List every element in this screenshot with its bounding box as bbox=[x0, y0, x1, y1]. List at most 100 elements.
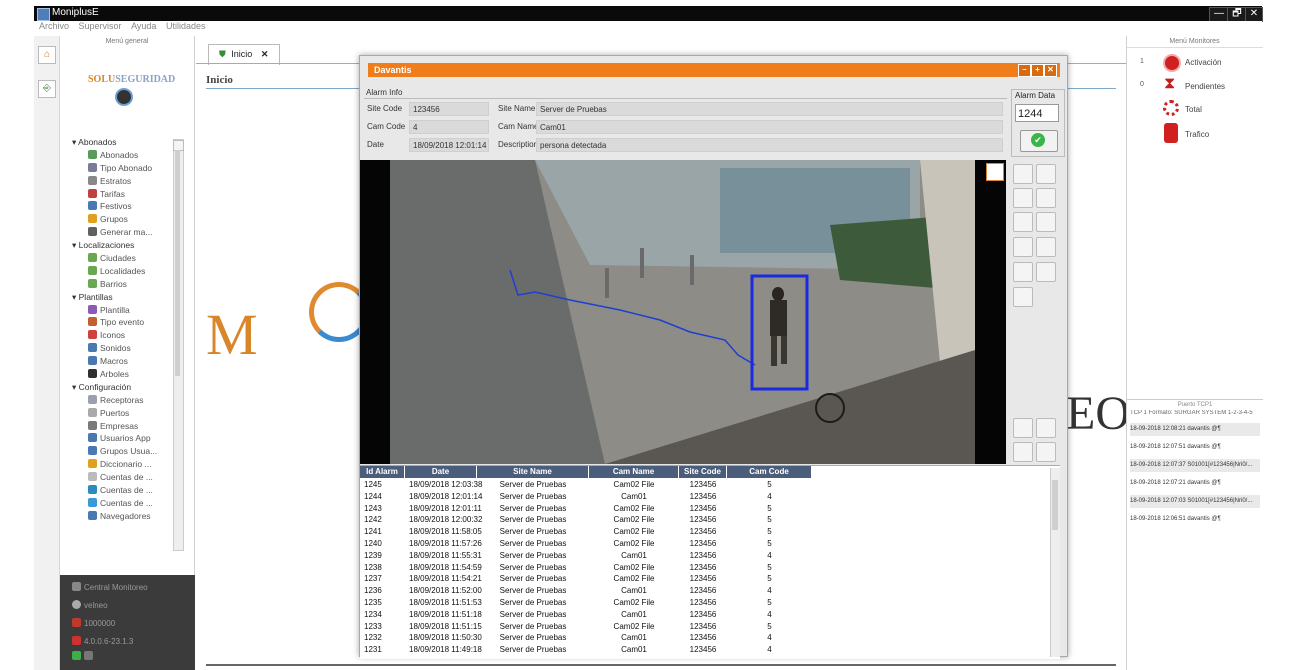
tree-item[interactable]: Macros bbox=[60, 355, 180, 368]
port-log-item[interactable]: 18-09-2018 12:07:51 davantis @¶ bbox=[1130, 441, 1260, 454]
tab-inicio[interactable]: ⛊ Inicio ✕ bbox=[208, 44, 280, 65]
multiscreen-icon[interactable] bbox=[1036, 164, 1056, 184]
port-log-item[interactable]: 18-09-2018 12:07:21 davantis @¶ bbox=[1130, 477, 1260, 490]
tree-item[interactable]: Empresas bbox=[60, 420, 180, 433]
column-header[interactable]: Site Name bbox=[477, 466, 588, 478]
table-row[interactable]: 1236 18/09/2018 11:52:00 Server de Pruebas… bbox=[360, 586, 1049, 597]
table-row[interactable]: 1242 18/09/2018 12:00:32 Server de Pruebas… bbox=[360, 515, 1049, 526]
tree-item[interactable]: Cuentas de ... bbox=[60, 484, 180, 497]
tree-group[interactable]: ▾ Configuración bbox=[60, 381, 180, 394]
home-icon[interactable]: ⌂ bbox=[38, 46, 56, 64]
tool-slot-4[interactable] bbox=[1013, 262, 1033, 282]
menu-archivo[interactable]: Archivo bbox=[39, 21, 69, 31]
add-icon[interactable] bbox=[72, 651, 81, 660]
tree-item[interactable]: Receptoras bbox=[60, 394, 180, 407]
screen-icon[interactable] bbox=[1013, 164, 1033, 184]
picture-icon[interactable] bbox=[1036, 188, 1056, 208]
tree-group[interactable]: ▾ Abonados bbox=[60, 136, 180, 149]
tree-item[interactable]: Puertos bbox=[60, 407, 180, 420]
maximize-button[interactable]: 🗗 bbox=[1227, 7, 1247, 22]
tool-slot-2[interactable] bbox=[1013, 237, 1033, 257]
tool-slot-5[interactable] bbox=[1036, 262, 1056, 282]
menu-supervisor[interactable]: Supervisor bbox=[79, 21, 122, 31]
dialog-minimize-icon[interactable]: – bbox=[1018, 64, 1031, 77]
snowflake-icon[interactable] bbox=[1013, 287, 1033, 307]
tree-item[interactable]: Cuentas de ... bbox=[60, 471, 180, 484]
tree-item[interactable]: Cuentas de ... bbox=[60, 497, 180, 510]
alarm-data-field[interactable]: 1244 bbox=[1015, 104, 1059, 122]
tab-close-icon[interactable]: ✕ bbox=[261, 49, 269, 59]
chevron-down-icon[interactable]: ▾ bbox=[72, 292, 79, 302]
port-log-item[interactable]: 18-09-2018 12:08:21 davantis @¶ bbox=[1130, 423, 1260, 436]
monitor-pendientes[interactable]: 0 ⧗ Pendientes bbox=[1127, 75, 1257, 97]
dialog-maximize-icon[interactable]: + bbox=[1031, 64, 1044, 77]
tree-item[interactable]: Abonados bbox=[60, 149, 180, 162]
film-icon[interactable] bbox=[1013, 188, 1033, 208]
exit-icon[interactable]: ⎆ bbox=[38, 80, 56, 98]
tool-slot-7[interactable] bbox=[1036, 418, 1056, 438]
monitor-total[interactable]: Total bbox=[1127, 99, 1257, 121]
tree-item[interactable]: Plantilla bbox=[60, 304, 180, 317]
camera-dome-icon[interactable] bbox=[1036, 212, 1056, 232]
port-log-item[interactable]: 18-09-2018 12:07:03 S01001[#123456|Nri0/… bbox=[1130, 495, 1260, 508]
tree-item[interactable]: Generar ma... bbox=[60, 226, 180, 239]
confirm-alarm-button[interactable]: ✔ bbox=[1020, 130, 1058, 152]
tool-slot-1[interactable] bbox=[1013, 212, 1033, 232]
table-row[interactable]: 1244 18/09/2018 12:01:14 Server de Pruebas… bbox=[360, 492, 1049, 503]
tool-slot-9[interactable] bbox=[1036, 442, 1056, 462]
tree-item[interactable]: Tipo Abonado bbox=[60, 162, 180, 175]
tree-item[interactable]: Grupos Usua... bbox=[60, 445, 180, 458]
table-row[interactable]: 1237 18/09/2018 11:54:21 Server de Pruebas… bbox=[360, 574, 1049, 585]
site-name-field[interactable]: Server de Pruebas bbox=[536, 102, 1003, 116]
cam-name-field[interactable]: Cam01 bbox=[536, 120, 1003, 134]
tree-item[interactable]: Ciudades bbox=[60, 252, 180, 265]
dialog-close-icon[interactable]: ✕ bbox=[1044, 64, 1057, 77]
port-log-item[interactable]: 18-09-2018 12:06:51 davantis @¶ bbox=[1130, 513, 1260, 526]
table-row[interactable]: 1232 18/09/2018 11:50:30 Server de Pruebas… bbox=[360, 633, 1049, 644]
table-row[interactable]: 1245 18/09/2018 12:03:38 Server de Pruebas… bbox=[360, 480, 1049, 491]
tree-item[interactable]: Tipo evento bbox=[60, 316, 180, 329]
tree-item[interactable]: Barrios bbox=[60, 278, 180, 291]
tree-scrollbar[interactable] bbox=[173, 139, 184, 551]
menu-utilidades[interactable]: Utilidades bbox=[166, 21, 206, 31]
tree-item[interactable]: Festivos bbox=[60, 200, 180, 213]
tree-item[interactable]: Estratos bbox=[60, 175, 180, 188]
monitor-trafico[interactable]: Trafico bbox=[1127, 123, 1257, 147]
table-row[interactable]: 1233 18/09/2018 11:51:15 Server de Pruebas… bbox=[360, 622, 1049, 633]
tree-item[interactable]: Usuarios App bbox=[60, 432, 180, 445]
tool-slot-3[interactable] bbox=[1036, 237, 1056, 257]
site-code-field[interactable]: 123456 bbox=[409, 102, 489, 116]
chevron-down-icon[interactable]: ▾ bbox=[72, 382, 79, 392]
tree-group[interactable]: ▾ Localizaciones bbox=[60, 239, 180, 252]
expand-video-icon[interactable] bbox=[986, 163, 1004, 181]
port-log-item[interactable]: 18-09-2018 12:07:37 S01001[#123456|Nri0/… bbox=[1130, 459, 1260, 472]
tree-item[interactable]: Iconos bbox=[60, 329, 180, 342]
description-field[interactable]: persona detectada bbox=[536, 138, 1003, 152]
tree-item[interactable]: Grupos bbox=[60, 213, 180, 226]
chevron-down-icon[interactable]: ▾ bbox=[72, 240, 79, 250]
tree-group[interactable]: ▾ Plantillas bbox=[60, 291, 180, 304]
table-row[interactable]: 1234 18/09/2018 11:51:18 Server de Pruebas… bbox=[360, 610, 1049, 621]
column-header[interactable]: Date bbox=[405, 466, 476, 478]
minimize-button[interactable]: — bbox=[1209, 7, 1229, 22]
tree-item[interactable]: Tarifas bbox=[60, 188, 180, 201]
column-header[interactable]: Site Code bbox=[679, 466, 726, 478]
tree-item[interactable]: Localidades bbox=[60, 265, 180, 278]
cam-code-field[interactable]: 4 bbox=[409, 120, 489, 134]
tree-item[interactable]: Navegadores bbox=[60, 510, 180, 523]
menu-ayuda[interactable]: Ayuda bbox=[131, 21, 156, 31]
table-row[interactable]: 1231 18/09/2018 11:49:18 Server de Pruebas… bbox=[360, 645, 1049, 656]
tree-item[interactable]: Arboles bbox=[60, 368, 180, 381]
column-header[interactable]: Cam Code bbox=[727, 466, 811, 478]
table-row[interactable]: 1240 18/09/2018 11:57:26 Server de Pruebas… bbox=[360, 539, 1049, 550]
tool-slot-8[interactable] bbox=[1013, 442, 1033, 462]
table-row[interactable]: 1241 18/09/2018 11:58:05 Server de Pruebas… bbox=[360, 527, 1049, 538]
close-button[interactable]: ✕ bbox=[1245, 7, 1263, 22]
tree-item[interactable]: Sonidos bbox=[60, 342, 180, 355]
tree-item[interactable]: Diccionario ... bbox=[60, 458, 180, 471]
table-row[interactable]: 1238 18/09/2018 11:54:59 Server de Pruebas… bbox=[360, 563, 1049, 574]
table-row[interactable]: 1243 18/09/2018 12:01:11 Server de Pruebas… bbox=[360, 504, 1049, 515]
settings-icon[interactable] bbox=[84, 651, 93, 660]
camera-video-view[interactable] bbox=[360, 160, 1006, 464]
column-header[interactable]: Cam Name bbox=[589, 466, 678, 478]
